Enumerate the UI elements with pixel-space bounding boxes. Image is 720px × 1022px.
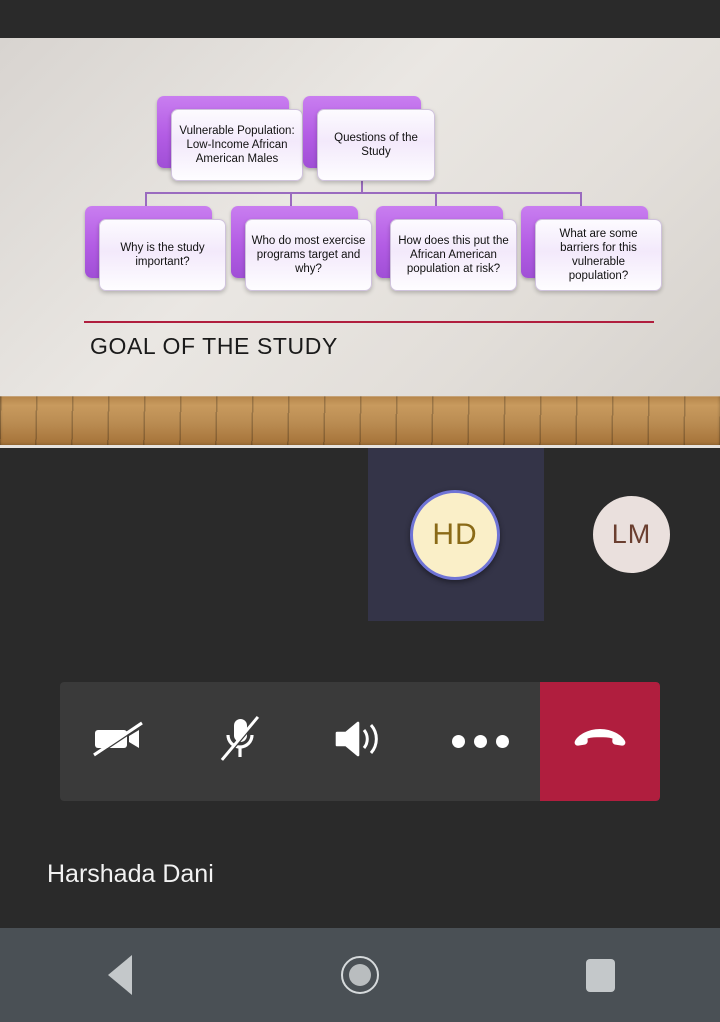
avatar-initials: LM xyxy=(611,519,652,549)
connector-drop-1 xyxy=(145,192,147,206)
avatar-participant-hd[interactable]: HD xyxy=(410,490,500,580)
avatar-participant-lm[interactable]: LM xyxy=(593,496,670,573)
self-display-name: Harshada Dani xyxy=(47,860,214,888)
nav-home-button[interactable] xyxy=(300,928,420,1022)
avatar-initials: HD xyxy=(432,518,478,551)
connector-horizontal-bus xyxy=(145,192,581,194)
connector-drop-4 xyxy=(580,192,582,206)
home-circle-icon xyxy=(341,956,379,994)
diagram-node-questions-of-the-study: Questions of the Study xyxy=(303,96,435,181)
node-label: What are some barriers for this vulnerab… xyxy=(535,219,662,291)
android-navigation-bar xyxy=(0,928,720,1022)
more-options-icon xyxy=(451,735,509,748)
hangup-icon xyxy=(571,724,629,759)
shared-screen-slide[interactable]: Vulnerable Population: Low-Income Africa… xyxy=(0,38,720,396)
node-label: Who do most exercise programs target and… xyxy=(245,219,372,291)
nav-recents-button[interactable] xyxy=(540,928,660,1022)
connector-drop-2 xyxy=(290,192,292,206)
diagram-node-population-at-risk: How does this put the African American p… xyxy=(376,206,517,291)
node-label: Questions of the Study xyxy=(317,109,435,181)
speaker-toggle-button[interactable] xyxy=(300,682,420,801)
connector-drop-3 xyxy=(435,192,437,206)
camera-toggle-button[interactable] xyxy=(60,682,180,801)
node-label: Vulnerable Population: Low-Income Africa… xyxy=(171,109,303,181)
end-call-button[interactable] xyxy=(540,682,660,801)
speaker-on-icon xyxy=(333,717,387,766)
diagram-node-why-important: Why is the study important? xyxy=(85,206,226,291)
nav-back-button[interactable] xyxy=(60,928,180,1022)
camera-off-icon xyxy=(92,717,148,766)
status-bar xyxy=(0,0,720,38)
slide-title-rule xyxy=(84,321,654,323)
diagram-node-vulnerable-population: Vulnerable Population: Low-Income Africa… xyxy=(157,96,303,181)
recents-square-icon xyxy=(585,958,615,992)
slide-floor-decoration xyxy=(0,396,720,448)
microphone-toggle-button[interactable] xyxy=(180,682,300,801)
back-arrow-icon xyxy=(108,955,132,995)
diagram-node-barriers: What are some barriers for this vulnerab… xyxy=(521,206,662,291)
node-label: How does this put the African American p… xyxy=(390,219,517,291)
more-options-button[interactable] xyxy=(420,682,540,801)
slide-title: GOAL OF THE STUDY xyxy=(90,333,338,359)
diagram-node-programs-target: Who do most exercise programs target and… xyxy=(231,206,372,291)
call-controls-toolbar xyxy=(60,682,660,801)
node-label: Why is the study important? xyxy=(99,219,226,291)
mic-off-icon xyxy=(216,714,264,769)
